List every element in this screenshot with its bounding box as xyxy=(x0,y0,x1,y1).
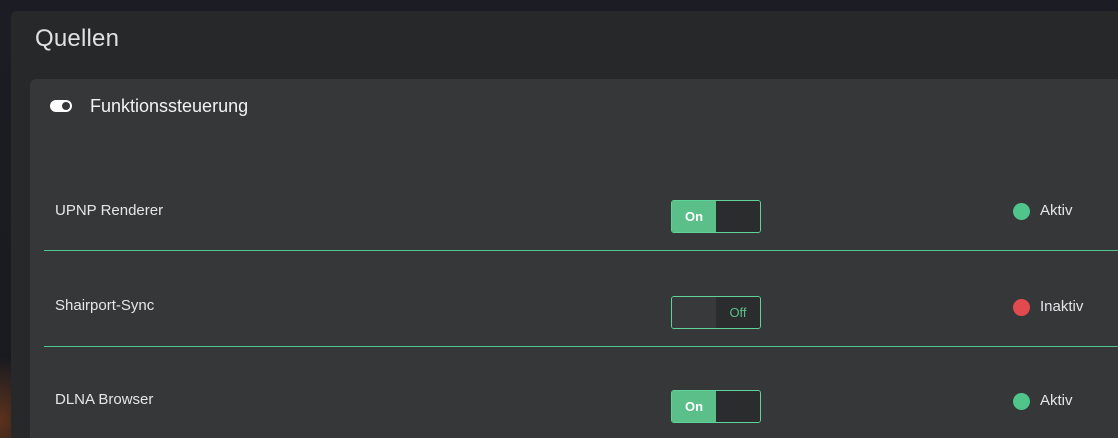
upnp-renderer-switch[interactable]: On xyxy=(671,200,761,233)
list-item: Shairport-Sync Off Inaktiv xyxy=(44,251,1118,347)
dlna-browser-switch[interactable]: On xyxy=(671,390,761,423)
switch-on-label: On xyxy=(672,391,716,422)
function-control-card: Funktionssteuerung UPNP Renderer On Akti… xyxy=(30,79,1118,438)
status-text: Aktiv xyxy=(1040,392,1073,409)
service-label: Shairport-Sync xyxy=(55,297,155,314)
card-header: Funktionssteuerung xyxy=(30,79,1118,137)
status-text: Inaktiv xyxy=(1040,298,1084,315)
page-title: Quellen xyxy=(35,25,120,52)
status-dot-icon xyxy=(1013,393,1030,410)
list-item: UPNP Renderer On Aktiv xyxy=(44,155,1118,251)
switch-handle xyxy=(716,201,760,232)
switch-handle xyxy=(716,391,760,422)
toggle-icon xyxy=(50,100,72,112)
shairport-sync-switch[interactable]: Off xyxy=(671,296,761,329)
service-label: DLNA Browser xyxy=(55,391,154,408)
card-title: Funktionssteuerung xyxy=(90,96,249,116)
service-label: UPNP Renderer xyxy=(55,202,164,219)
list-item: DLNA Browser On Aktiv xyxy=(44,346,1118,438)
switch-on-label: On xyxy=(672,201,716,232)
status-dot-icon xyxy=(1013,299,1030,316)
switch-handle xyxy=(672,297,716,328)
status-text: Aktiv xyxy=(1040,202,1073,219)
status-dot-icon xyxy=(1013,203,1030,220)
switch-off-label: Off xyxy=(716,297,760,328)
sources-panel: Quellen Funktionssteuerung UPNP Renderer… xyxy=(11,11,1118,438)
